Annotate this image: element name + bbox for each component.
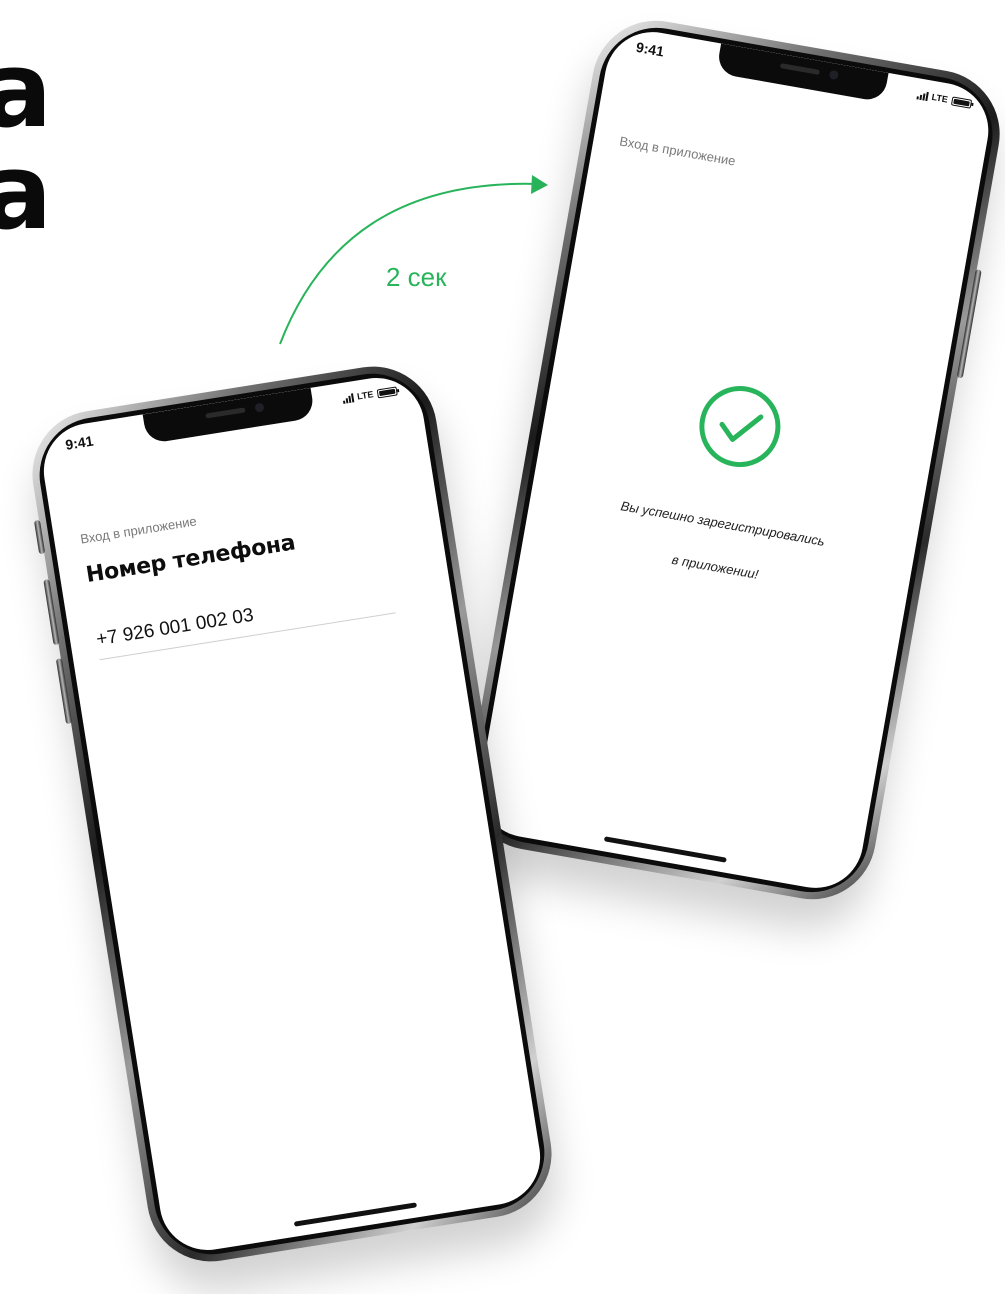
transition-duration-label: 2 сек: [386, 262, 447, 292]
signal-bars-icon: [916, 89, 929, 102]
battery-icon: [376, 385, 398, 398]
check-circle-icon: [699, 386, 781, 468]
network-label: LTE: [356, 389, 375, 402]
camera-icon: [828, 69, 840, 81]
mute-switch: [33, 519, 46, 555]
screen-subtitle: Вход в приложение: [79, 513, 198, 547]
status-time: 9:41: [634, 38, 666, 60]
background-letter-top: a: [0, 29, 52, 151]
phone-number-field[interactable]: [93, 573, 396, 661]
success-screen: 9:41 LTE Вход в приложение Вы успешно за…: [472, 24, 996, 896]
speaker-icon: [205, 407, 246, 419]
success-message-line-1: Вы успешно зарегистрировались: [619, 498, 826, 549]
success-message: Вы успешно зарегистрировались в приложен…: [518, 458, 919, 634]
camera-icon: [254, 402, 265, 413]
status-indicators: LTE: [916, 89, 973, 109]
background-letter-bottom: a: [0, 131, 52, 253]
phone-success: 9:41 LTE Вход в приложение Вы успешно за…: [458, 10, 1005, 910]
network-label: LTE: [930, 91, 949, 105]
promo-canvas: a a 2 сек 9:41 LTE Вход в приложение Вы …: [0, 0, 1005, 1294]
status-time: 9:41: [64, 432, 95, 453]
login-screen: 9:41 LTE Вход в приложение Номер телефон…: [36, 371, 548, 1257]
speaker-icon: [779, 63, 821, 75]
signal-bars-icon: [342, 392, 355, 404]
screen-subtitle: Вход в приложение: [618, 133, 737, 169]
status-indicators: LTE: [342, 385, 398, 404]
battery-icon: [950, 95, 973, 109]
phone-login: 9:41 LTE Вход в приложение Номер телефон…: [23, 357, 561, 1271]
